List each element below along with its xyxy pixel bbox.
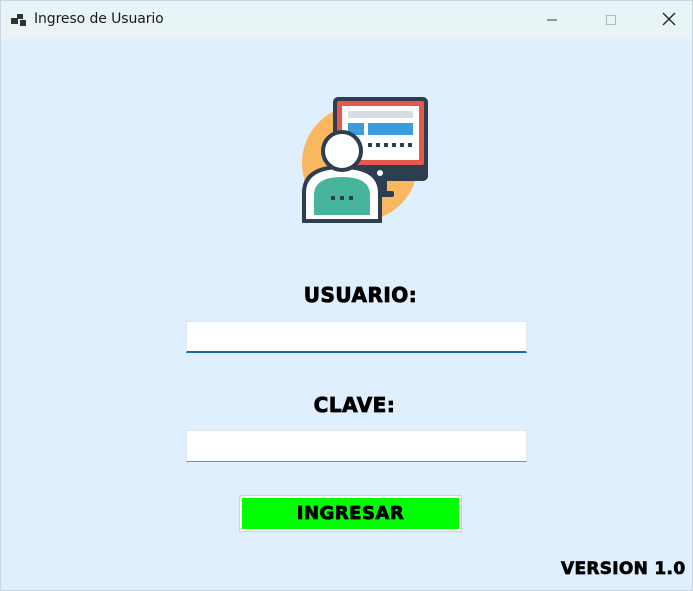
window-title: Ingreso de Usuario: [34, 11, 164, 27]
maximize-button[interactable]: [588, 1, 634, 39]
username-input[interactable]: [186, 321, 527, 353]
username-label: USUARIO:: [303, 283, 418, 308]
minimize-icon: [546, 11, 558, 30]
minimize-button[interactable]: [529, 1, 575, 39]
title-bar[interactable]: Ingreso de Usuario: [1, 1, 692, 39]
close-icon: [662, 11, 676, 30]
password-label: CLAVE:: [313, 393, 396, 418]
form-client-area: USUARIO: CLAVE: INGRESAR VERSION 1.0: [1, 39, 692, 591]
maximize-icon: [605, 11, 617, 30]
close-button[interactable]: [646, 1, 692, 39]
login-button-label: INGRESAR: [296, 503, 405, 525]
password-input[interactable]: [186, 430, 527, 462]
login-window: Ingreso de Usuario USUARIO: CLAVE: INGRE…: [0, 0, 693, 591]
login-button[interactable]: INGRESAR: [239, 495, 462, 532]
windows-form-icon: [11, 12, 27, 26]
version-label: VERSION 1.0: [561, 559, 686, 580]
user-at-computer-icon: [300, 95, 432, 223]
